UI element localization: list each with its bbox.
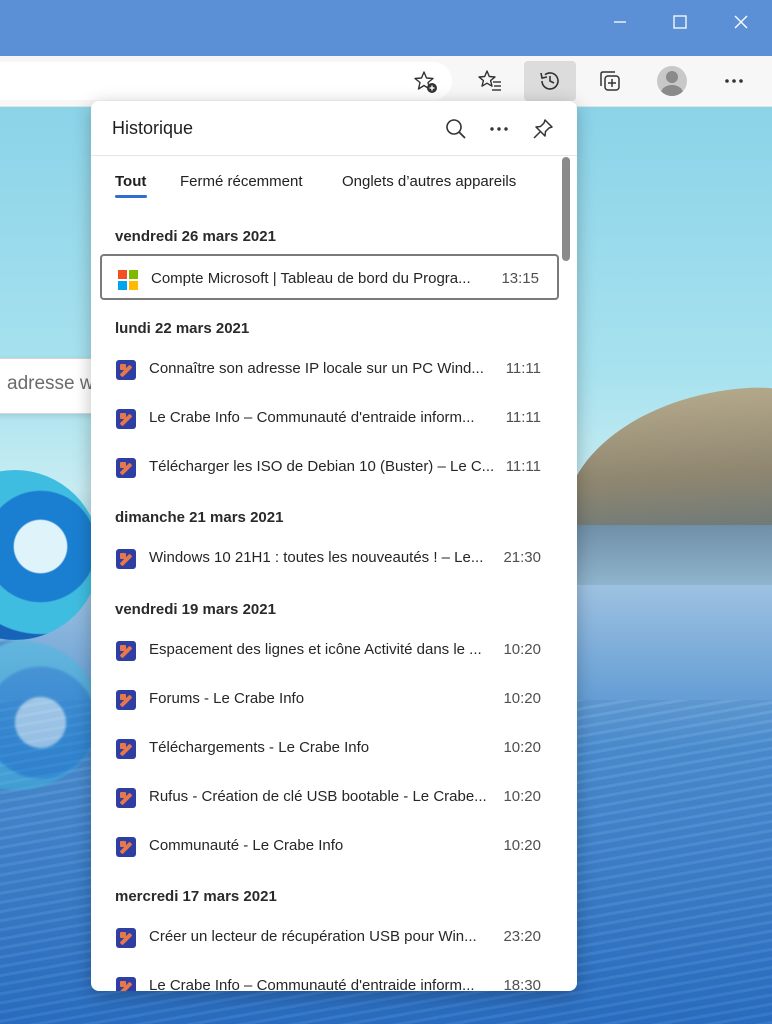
history-item-time: 10:20 bbox=[503, 690, 541, 707]
history-item[interactable]: Compte Microsoft | Tableau de bord du Pr… bbox=[100, 254, 559, 300]
tab-onglets-autres-appareils[interactable]: Onglets d’autres appareils bbox=[342, 173, 516, 190]
edge-logo-icon bbox=[0, 470, 100, 640]
microsoft-logo-square bbox=[129, 281, 138, 290]
history-search-button[interactable] bbox=[441, 114, 471, 144]
history-item[interactable]: Communauté - Le Crabe Info 10:20 bbox=[100, 823, 559, 869]
history-item-time: 13:15 bbox=[501, 270, 539, 287]
background-shore bbox=[560, 525, 772, 585]
history-item[interactable]: Forums - Le Crabe Info 10:20 bbox=[100, 676, 559, 722]
le-crabe-info-icon bbox=[116, 549, 136, 569]
collections-button[interactable] bbox=[590, 61, 630, 101]
collections-icon bbox=[600, 71, 620, 91]
history-item[interactable]: Connaître son adresse IP locale sur un P… bbox=[100, 346, 559, 392]
history-panel-header: Historique bbox=[91, 101, 577, 156]
close-window-button[interactable] bbox=[711, 0, 771, 44]
history-item-time: 10:20 bbox=[503, 641, 541, 658]
history-item-title: Rufus - Création de clé USB bootable - L… bbox=[149, 788, 487, 805]
microsoft-logo-square bbox=[118, 281, 127, 290]
history-button[interactable] bbox=[524, 61, 576, 101]
history-item[interactable]: Windows 10 21H1 : toutes les nouveautés … bbox=[100, 535, 559, 581]
active-tab-indicator bbox=[115, 195, 147, 198]
le-crabe-info-icon bbox=[116, 641, 136, 661]
new-tab-search-box[interactable]: adresse w bbox=[0, 358, 102, 414]
le-crabe-info-icon bbox=[116, 690, 136, 710]
history-item-title: Le Crabe Info – Communauté d'entraide in… bbox=[149, 409, 475, 426]
microsoft-logo-square bbox=[118, 270, 127, 279]
history-item-time: 10:20 bbox=[503, 788, 541, 805]
history-item[interactable]: Rufus - Création de clé USB bootable - L… bbox=[100, 774, 559, 820]
more-horizontal-icon bbox=[725, 79, 743, 83]
background-hill bbox=[555, 379, 772, 541]
history-item-title: Compte Microsoft | Tableau de bord du Pr… bbox=[151, 270, 471, 287]
star-add-icon bbox=[414, 71, 437, 93]
history-item-title: Windows 10 21H1 : toutes les nouveautés … bbox=[149, 549, 484, 566]
history-scrollbar[interactable] bbox=[562, 157, 570, 261]
history-item-title: Créer un lecteur de récupération USB pou… bbox=[149, 928, 477, 945]
microsoft-icon bbox=[118, 270, 138, 290]
history-item-time: 18:30 bbox=[503, 977, 541, 991]
history-item-time: 11:11 bbox=[505, 458, 541, 475]
browser-toolbar bbox=[0, 56, 772, 107]
history-item-title: Télécharger les ISO de Debian 10 (Buster… bbox=[149, 458, 495, 475]
pin-history-button[interactable] bbox=[528, 114, 558, 144]
le-crabe-info-icon bbox=[116, 458, 136, 478]
le-crabe-info-icon bbox=[116, 360, 136, 380]
pin-icon bbox=[533, 119, 553, 139]
avatar-icon bbox=[657, 66, 687, 96]
history-more-options-button[interactable] bbox=[484, 114, 514, 144]
favorites-list-icon bbox=[478, 70, 501, 91]
history-item[interactable]: Le Crabe Info – Communauté d'entraide in… bbox=[100, 963, 559, 991]
history-date-heading: vendredi 26 mars 2021 bbox=[115, 228, 276, 245]
minimize-button[interactable] bbox=[590, 0, 650, 44]
history-icon bbox=[540, 72, 559, 90]
history-panel-title: Historique bbox=[112, 118, 194, 138]
history-date-heading: lundi 22 mars 2021 bbox=[115, 320, 250, 337]
close-icon bbox=[734, 15, 748, 29]
history-item-time: 21:30 bbox=[503, 549, 541, 566]
maximize-button[interactable] bbox=[650, 0, 710, 44]
history-item-title: Forums - Le Crabe Info bbox=[149, 690, 305, 707]
history-item-time: 10:20 bbox=[503, 837, 541, 854]
history-item[interactable]: Télécharger les ISO de Debian 10 (Buster… bbox=[100, 444, 559, 490]
microsoft-logo-square bbox=[129, 270, 138, 279]
minimize-icon bbox=[614, 21, 626, 23]
address-bar[interactable] bbox=[0, 62, 452, 100]
history-item-time: 23:20 bbox=[503, 928, 541, 945]
history-date-heading: dimanche 21 mars 2021 bbox=[115, 509, 284, 526]
history-item[interactable]: Téléchargements - Le Crabe Info 10:20 bbox=[100, 725, 559, 771]
history-item[interactable]: Le Crabe Info – Communauté d'entraide in… bbox=[100, 395, 559, 441]
history-date-heading: vendredi 19 mars 2021 bbox=[115, 601, 276, 618]
favorites-button[interactable] bbox=[470, 61, 510, 101]
history-item-title: Communauté - Le Crabe Info bbox=[149, 837, 344, 854]
maximize-icon bbox=[673, 15, 687, 29]
le-crabe-info-icon bbox=[116, 837, 136, 857]
history-panel: Historique Tout Fermé récemment Onglets … bbox=[91, 101, 577, 991]
le-crabe-info-icon bbox=[116, 928, 136, 948]
profile-button[interactable] bbox=[652, 61, 692, 101]
search-icon bbox=[446, 119, 466, 139]
window-titlebar bbox=[0, 0, 772, 56]
history-item-title: Le Crabe Info – Communauté d'entraide in… bbox=[149, 977, 475, 991]
le-crabe-info-icon bbox=[116, 409, 136, 429]
add-favorite-button[interactable] bbox=[406, 62, 446, 102]
history-item[interactable]: Espacement des lignes et icône Activité … bbox=[100, 627, 559, 673]
tab-ferme-recemment[interactable]: Fermé récemment bbox=[180, 173, 303, 190]
history-item-title: Espacement des lignes et icône Activité … bbox=[149, 641, 482, 658]
history-item-time: 11:11 bbox=[505, 360, 541, 377]
history-item[interactable]: Créer un lecteur de récupération USB pou… bbox=[100, 914, 559, 960]
history-tabs: Tout Fermé récemment Onglets d’autres ap… bbox=[91, 171, 551, 201]
history-date-heading: mercredi 17 mars 2021 bbox=[115, 888, 277, 905]
history-item-title: Téléchargements - Le Crabe Info bbox=[149, 739, 370, 756]
more-horizontal-icon bbox=[490, 127, 508, 131]
history-item-title: Connaître son adresse IP locale sur un P… bbox=[149, 360, 484, 377]
le-crabe-info-icon bbox=[116, 977, 136, 991]
new-tab-search-placeholder: adresse w bbox=[7, 373, 94, 394]
tab-tout[interactable]: Tout bbox=[115, 173, 146, 190]
history-item-time: 10:20 bbox=[503, 739, 541, 756]
le-crabe-info-icon bbox=[116, 788, 136, 808]
settings-more-button[interactable] bbox=[714, 61, 754, 101]
le-crabe-info-icon bbox=[116, 739, 136, 759]
history-item-time: 11:11 bbox=[505, 409, 541, 426]
